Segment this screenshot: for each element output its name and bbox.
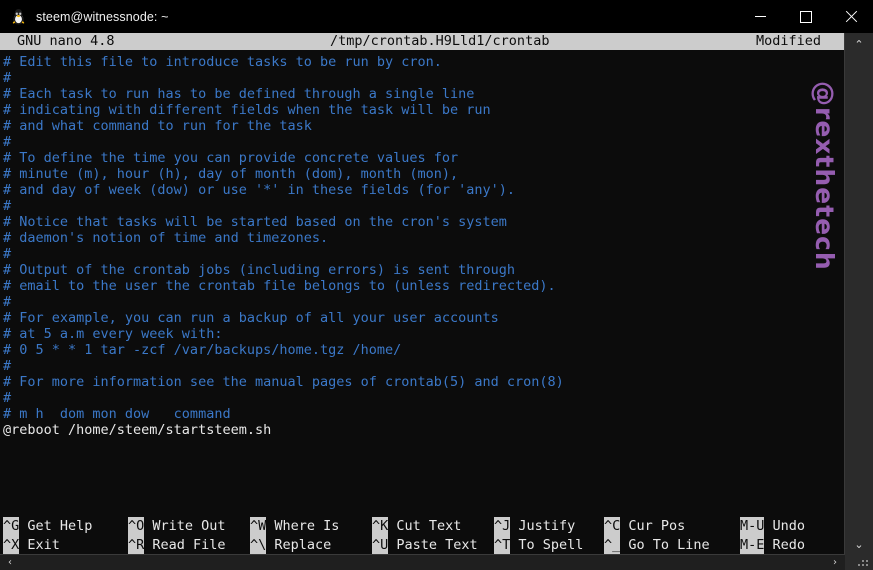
horizontal-scrollbar[interactable]: ‹ › (0, 554, 845, 570)
shortcut-to-spell[interactable]: ^T To Spell (494, 536, 583, 555)
shortcut-key: ^C (604, 517, 621, 536)
vertical-scrollbar[interactable]: ⌃ ⌄ (844, 33, 873, 555)
shortcut-label: Go To Line (628, 537, 710, 553)
editor-line: # Output of the crontab jobs (including … (3, 262, 516, 278)
window-title-area: steem@witnessnode: ~ (0, 8, 738, 25)
shortcut-key: ^W (250, 517, 267, 536)
shortcut-read-file[interactable]: ^R Read File (128, 536, 226, 555)
editor-line: # indicating with different fields when … (3, 102, 491, 118)
editor-line: # (3, 390, 12, 406)
editor-line: # (3, 198, 12, 214)
shortcut-where-is[interactable]: ^W Where Is (250, 517, 339, 536)
scroll-down-icon[interactable]: ⌄ (845, 533, 873, 555)
nano-shortcut-bar: ^G Get Help ^O Write Out ^W Where Is ^K Cut Tex… (0, 517, 845, 555)
shortcut-key: ^_ (604, 536, 621, 555)
terminal-screen[interactable]: GNU nano 4.8 /tmp/crontab.H9Lld1/crontab… (0, 33, 845, 555)
shortcut-label: Replace (274, 537, 332, 553)
editor-text-area[interactable]: # Edit this file to introduce tasks to b… (0, 54, 845, 438)
shortcut-label: Exit (27, 537, 60, 553)
shortcut-key: ^G (3, 517, 20, 536)
editor-line: # (3, 246, 12, 262)
close-button[interactable] (828, 0, 873, 33)
editor-line: # (3, 294, 12, 310)
editor-line: # (3, 358, 12, 374)
shortcut-write-out[interactable]: ^O Write Out (128, 517, 226, 536)
shortcut-label: Cur Pos (628, 518, 686, 534)
editor-line: # For example, you can run a backup of a… (3, 310, 499, 326)
shortcut-redo[interactable]: M-E Redo (740, 536, 805, 555)
window-title-bar: steem@witnessnode: ~ (0, 0, 873, 33)
nano-title-bar: GNU nano 4.8 /tmp/crontab.H9Lld1/crontab… (0, 33, 845, 50)
editor-line: # (3, 134, 12, 150)
editor-line: # Each task to run has to be defined thr… (3, 86, 475, 102)
nano-version-label: GNU nano 4.8 (17, 33, 115, 49)
shortcut-cut-text[interactable]: ^K Cut Text (372, 517, 461, 536)
resize-grip[interactable] (845, 555, 873, 570)
shortcut-label: Undo (772, 518, 806, 534)
shortcut-key: M-U (740, 517, 765, 536)
editor-line: # at 5 a.m every week with: (3, 326, 223, 342)
editor-line: # email to the user the crontab file bel… (3, 278, 556, 294)
shortcut-key: ^\ (250, 536, 267, 555)
shortcut-paste-text[interactable]: ^U Paste Text (372, 536, 478, 555)
minimize-button[interactable] (738, 0, 783, 33)
maximize-icon (799, 10, 812, 23)
shortcut-label: Get Help (27, 518, 93, 534)
shortcut-label: Redo (772, 537, 806, 553)
minimize-icon (755, 16, 766, 17)
shortcut-key: ^U (372, 536, 389, 555)
shortcut-label: Read File (152, 537, 226, 553)
tux-penguin-icon (10, 8, 27, 25)
window-controls (738, 0, 873, 33)
scroll-up-icon[interactable]: ⌃ (845, 33, 873, 55)
editor-line: # To define the time you can provide con… (3, 150, 459, 166)
nano-modified-status: Modified (755, 33, 821, 49)
editor-line: # m h dom mon dow command (3, 406, 231, 422)
maximize-button[interactable] (783, 0, 828, 33)
shortcut-key: ^R (128, 536, 145, 555)
terminal-window: steem@witnessnode: ~ GNU nano 4.8 /tmp/c… (0, 0, 873, 570)
shortcut-justify[interactable]: ^J Justify (494, 517, 575, 536)
shortcut-label: To Spell (518, 537, 584, 553)
shortcut-key: ^X (3, 536, 20, 555)
shortcut-row-top: ^G Get Help ^O Write Out ^W Where Is ^K Cut Tex… (0, 517, 845, 536)
shortcut-label: Cut Text (396, 518, 462, 534)
shortcut-get-help[interactable]: ^G Get Help (3, 517, 92, 536)
shortcut-key: ^J (494, 517, 511, 536)
shortcut-key: ^O (128, 517, 145, 536)
editor-line: # Edit this file to introduce tasks to b… (3, 54, 442, 70)
window-title-text: steem@witnessnode: ~ (36, 9, 169, 24)
nano-filename-label: /tmp/crontab.H9Lld1/crontab (330, 33, 550, 49)
shortcut-replace[interactable]: ^\ Replace (250, 536, 331, 555)
shortcut-cur-pos[interactable]: ^C Cur Pos (604, 517, 685, 536)
shortcut-exit[interactable]: ^X Exit (3, 536, 60, 555)
editor-line: # For more information see the manual pa… (3, 374, 564, 390)
shortcut-label: Where Is (274, 518, 340, 534)
shortcut-row-bottom: ^X Exit ^R Read File ^\ Replace ^U Paste Text ^T… (0, 536, 845, 555)
editor-line: # Notice that tasks will be started base… (3, 214, 507, 230)
shortcut-key: ^K (372, 517, 389, 536)
editor-line: # daemon's notion of time and timezones. (3, 230, 329, 246)
editor-line: # 0 5 * * 1 tar -zcf /var/backups/home.t… (3, 342, 402, 358)
shortcut-go-to-line[interactable]: ^_ Go To Line (604, 536, 710, 555)
scroll-left-icon[interactable]: ‹ (2, 555, 18, 570)
shortcut-label: Justify (518, 518, 576, 534)
shortcut-key: M-E (740, 536, 765, 555)
close-icon (845, 11, 857, 23)
scroll-right-icon[interactable]: › (827, 555, 843, 570)
editor-line: # (3, 70, 12, 86)
editor-line: # minute (m), hour (h), day of month (do… (3, 166, 459, 182)
editor-line: @reboot /home/steem/startsteem.sh (3, 422, 272, 438)
shortcut-key: ^T (494, 536, 511, 555)
shortcut-undo[interactable]: M-U Undo (740, 517, 805, 536)
editor-line: # and what command to run for the task (3, 118, 312, 134)
shortcut-label: Write Out (152, 518, 226, 534)
shortcut-label: Paste Text (396, 537, 478, 553)
editor-line: # and day of week (dow) or use '*' in th… (3, 182, 516, 198)
